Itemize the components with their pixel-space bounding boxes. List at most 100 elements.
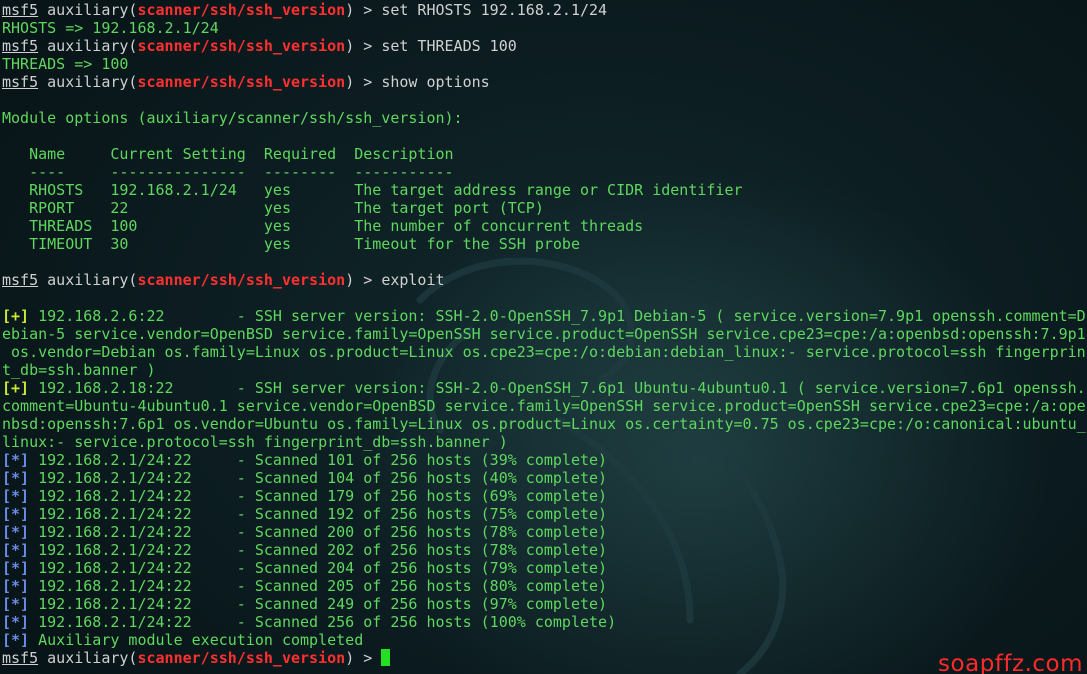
prompt-module-name: scanner/ssh/ssh_version: [137, 37, 346, 55]
prompt-module-name: scanner/ssh/ssh_version: [137, 649, 346, 667]
prompt-close: ) >: [345, 649, 382, 667]
output-text: RPORT 22 yes The target port (TCP): [2, 199, 544, 217]
success-tag: [+]: [2, 307, 30, 325]
output-line: ---- --------------- -------- ----------…: [2, 163, 1087, 181]
output-text: nbsd:openssh:7.6p1 os.vendor=Ubuntu os.f…: [2, 415, 1086, 433]
output-line: RHOSTS => 192.168.2.1/24: [2, 19, 1087, 37]
output-line: THREADS 100 yes The number of concurrent…: [2, 217, 1087, 235]
output-text: TIMEOUT 30 yes Timeout for the SSH probe: [2, 235, 580, 253]
status-text: 192.168.2.1/24:22 - Scanned 205 of 256 h…: [29, 577, 608, 595]
output-text: Module options (auxiliary/scanner/ssh/ss…: [2, 109, 463, 127]
status-text: 192.168.2.1/24:22 - Scanned 192 of 256 h…: [29, 505, 608, 523]
output-text: ---- --------------- -------- ----------…: [2, 163, 454, 181]
prompt-aux-label: auxiliary(: [38, 649, 138, 667]
prompt-line: msf5 auxiliary(scanner/ssh/ssh_version) …: [2, 1, 1087, 19]
output-text: Name Current Setting Required Descriptio…: [2, 145, 454, 163]
status-text: 192.168.2.6:22 - SSH server version: SSH…: [29, 307, 1086, 325]
status-line: [+] 192.168.2.6:22 - SSH server version:…: [2, 307, 1087, 325]
block-cursor-icon[interactable]: [381, 649, 391, 666]
status-line: [*] 192.168.2.1/24:22 - Scanned 202 of 2…: [2, 541, 1087, 559]
output-text: os.vendor=Debian os.family=Linux os.prod…: [2, 343, 1086, 361]
prompt-module-name: scanner/ssh/ssh_version: [137, 271, 346, 289]
info-tag: [*]: [2, 487, 30, 505]
prompt-aux-label: auxiliary(: [38, 1, 138, 19]
prompt-close: ) >: [345, 1, 382, 19]
info-tag: [*]: [2, 631, 30, 649]
status-text: 192.168.2.1/24:22 - Scanned 179 of 256 h…: [29, 487, 608, 505]
status-text: 192.168.2.18:22 - SSH server version: SS…: [29, 379, 1086, 397]
info-tag: [*]: [2, 613, 30, 631]
status-text: 192.168.2.1/24:22 - Scanned 101 of 256 h…: [29, 451, 608, 469]
prompt-msf-label: msf5: [2, 73, 39, 91]
status-line: [+] 192.168.2.18:22 - SSH server version…: [2, 379, 1087, 397]
prompt-aux-label: auxiliary(: [38, 73, 138, 91]
output-line: linux:- service.protocol=ssh fingerprint…: [2, 433, 1087, 451]
terminal-window[interactable]: msf5 auxiliary(scanner/ssh/ssh_version) …: [0, 0, 1087, 674]
output-text: ebian-5 service.vendor=OpenBSD service.f…: [2, 325, 1086, 343]
status-text: 192.168.2.1/24:22 - Scanned 200 of 256 h…: [29, 523, 608, 541]
prompt-close: ) >: [345, 37, 382, 55]
output-line: Name Current Setting Required Descriptio…: [2, 145, 1087, 163]
status-text: 192.168.2.1/24:22 - Scanned 202 of 256 h…: [29, 541, 608, 559]
status-text: 192.168.2.1/24:22 - Scanned 249 of 256 h…: [29, 595, 608, 613]
output-line: comment=Ubuntu-4ubuntu0.1 service.vendor…: [2, 397, 1087, 415]
command-text: set THREADS 100: [381, 37, 517, 55]
status-line: [*] 192.168.2.1/24:22 - Scanned 249 of 2…: [2, 595, 1087, 613]
output-line: t_db=ssh.banner ): [2, 361, 1087, 379]
status-line: [*] 192.168.2.1/24:22 - Scanned 204 of 2…: [2, 559, 1087, 577]
prompt-msf-label: msf5: [2, 1, 39, 19]
status-line: [*] 192.168.2.1/24:22 - Scanned 104 of 2…: [2, 469, 1087, 487]
prompt-msf-label: msf5: [2, 37, 39, 55]
prompt-line: msf5 auxiliary(scanner/ssh/ssh_version) …: [2, 73, 1087, 91]
info-tag: [*]: [2, 541, 30, 559]
prompt-close: ) >: [345, 73, 382, 91]
info-tag: [*]: [2, 559, 30, 577]
prompt-msf-label: msf5: [2, 649, 39, 667]
status-text: 192.168.2.1/24:22 - Scanned 104 of 256 h…: [29, 469, 608, 487]
prompt-aux-label: auxiliary(: [38, 271, 138, 289]
output-text: RHOSTS => 192.168.2.1/24: [2, 19, 219, 37]
prompt-line: msf5 auxiliary(scanner/ssh/ssh_version) …: [2, 37, 1087, 55]
prompt-line: msf5 auxiliary(scanner/ssh/ssh_version) …: [2, 271, 1087, 289]
command-text: set RHOSTS 192.168.2.1/24: [381, 1, 608, 19]
watermark-text: soapffz.com: [938, 651, 1083, 674]
output-text: linux:- service.protocol=ssh fingerprint…: [2, 433, 508, 451]
status-line: [*] 192.168.2.1/24:22 - Scanned 179 of 2…: [2, 487, 1087, 505]
output-line: ebian-5 service.vendor=OpenBSD service.f…: [2, 325, 1087, 343]
output-line: Module options (auxiliary/scanner/ssh/ss…: [2, 109, 1087, 127]
info-tag: [*]: [2, 505, 30, 523]
output-text: RHOSTS 192.168.2.1/24 yes The target add…: [2, 181, 743, 199]
output-text: THREADS => 100: [2, 55, 129, 73]
info-tag: [*]: [2, 523, 30, 541]
output-text: comment=Ubuntu-4ubuntu0.1 service.vendor…: [2, 397, 1086, 415]
prompt-msf-label: msf5: [2, 271, 39, 289]
prompt-module-name: scanner/ssh/ssh_version: [137, 73, 346, 91]
info-tag: [*]: [2, 469, 30, 487]
success-tag: [+]: [2, 379, 30, 397]
status-line: [*] 192.168.2.1/24:22 - Scanned 200 of 2…: [2, 523, 1087, 541]
info-tag: [*]: [2, 451, 30, 469]
status-line: [*] Auxiliary module execution completed: [2, 631, 1087, 649]
status-line: [*] 192.168.2.1/24:22 - Scanned 192 of 2…: [2, 505, 1087, 523]
output-text: t_db=ssh.banner ): [2, 361, 156, 379]
status-line: [*] 192.168.2.1/24:22 - Scanned 256 of 2…: [2, 613, 1087, 631]
command-text: exploit: [381, 271, 445, 289]
info-tag: [*]: [2, 595, 30, 613]
status-text: 192.168.2.1/24:22 - Scanned 204 of 256 h…: [29, 559, 608, 577]
command-input-line[interactable]: msf5 auxiliary(scanner/ssh/ssh_version) …: [2, 649, 1087, 667]
output-line: TIMEOUT 30 yes Timeout for the SSH probe: [2, 235, 1087, 253]
output-line: os.vendor=Debian os.family=Linux os.prod…: [2, 343, 1087, 361]
prompt-close: ) >: [345, 271, 382, 289]
status-line: [*] 192.168.2.1/24:22 - Scanned 101 of 2…: [2, 451, 1087, 469]
output-line: RPORT 22 yes The target port (TCP): [2, 199, 1087, 217]
prompt-aux-label: auxiliary(: [38, 37, 138, 55]
info-tag: [*]: [2, 577, 30, 595]
terminal-output: msf5 auxiliary(scanner/ssh/ssh_version) …: [2, 1, 1087, 667]
output-line: RHOSTS 192.168.2.1/24 yes The target add…: [2, 181, 1087, 199]
prompt-module-name: scanner/ssh/ssh_version: [137, 1, 346, 19]
output-line: nbsd:openssh:7.6p1 os.vendor=Ubuntu os.f…: [2, 415, 1087, 433]
status-text: 192.168.2.1/24:22 - Scanned 256 of 256 h…: [29, 613, 617, 631]
